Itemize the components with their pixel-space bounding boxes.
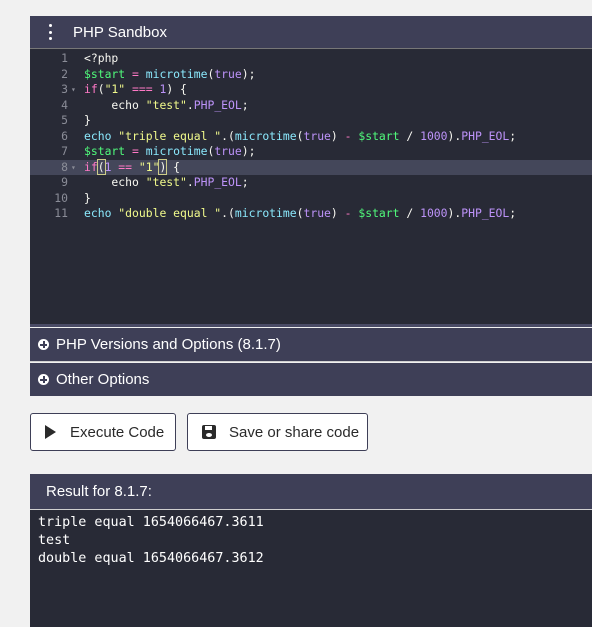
line-number: 7 — [61, 144, 68, 158]
code-line[interactable]: 3 ▾ if("1" === 1) { — [30, 82, 592, 98]
code-line[interactable]: 5} — [30, 113, 592, 129]
code-line[interactable]: 11 echo "double equal ".(microtime(true) … — [30, 206, 592, 222]
code-line[interactable]: 7 $start = microtime(true); — [30, 144, 592, 160]
floppy-disk-icon — [202, 425, 216, 439]
execute-code-label: Execute Code — [70, 423, 165, 441]
code-text: if(1 == "1") { — [84, 158, 181, 175]
save-share-label: Save or share code — [229, 423, 360, 441]
line-number: 10 — [54, 190, 68, 205]
code-text: echo "test".PHP_EOL; — [84, 97, 249, 112]
php-versions-label: PHP Versions and Options (8.1.7) — [56, 336, 281, 353]
fold-toggle-icon[interactable]: ▾ — [71, 160, 76, 176]
code-text: echo "triple equal ".(microtime(true) - … — [84, 128, 517, 143]
line-number: 1 — [61, 51, 68, 65]
editor-resize-handle[interactable] — [30, 324, 592, 327]
other-options-accordion[interactable]: Other Options — [30, 363, 592, 396]
code-text: $start = microtime(true); — [84, 144, 256, 158]
result-title: Result for 8.1.7: — [46, 483, 152, 500]
code-line[interactable]: 10} — [30, 191, 592, 207]
sandbox-title: PHP Sandbox — [73, 23, 167, 41]
line-number: 9 — [61, 175, 68, 189]
code-text: echo "double equal ".(microtime(true) - … — [84, 206, 517, 220]
code-text: echo "test".PHP_EOL; — [84, 175, 249, 189]
code-text: $start = microtime(true); — [84, 66, 256, 81]
line-number: 5 — [61, 113, 68, 127]
code-text: } — [84, 113, 91, 127]
plus-circle-icon — [38, 339, 49, 350]
code-editor[interactable]: 1 <?php 2 $start = microtime(true); 3 ▾ if("1"… — [30, 48, 592, 324]
code-text: if("1" === 1) { — [84, 82, 187, 96]
output-line: test — [38, 533, 71, 548]
menu-kebab-icon[interactable] — [42, 24, 58, 40]
code-text: } — [84, 190, 91, 205]
code-line[interactable]: 1 <?php — [30, 51, 592, 67]
line-number: 4 — [61, 97, 68, 112]
php-versions-accordion[interactable]: PHP Versions and Options (8.1.7) — [30, 328, 592, 362]
code-line[interactable]: 4 echo "test".PHP_EOL; — [30, 98, 592, 114]
execute-code-button[interactable]: Execute Code — [30, 413, 176, 451]
line-number: 6 — [61, 128, 68, 143]
code-line[interactable]: 9 echo "test".PHP_EOL; — [30, 175, 592, 191]
play-icon — [45, 425, 56, 439]
output-line: double equal 1654066467.3612 — [38, 551, 264, 566]
plus-circle-icon — [38, 374, 49, 385]
result-header: Result for 8.1.7: — [30, 474, 592, 510]
other-options-label: Other Options — [56, 371, 150, 388]
sandbox-header: PHP Sandbox — [30, 16, 592, 48]
save-share-button[interactable]: Save or share code — [187, 413, 368, 451]
line-number: 2 — [61, 66, 68, 81]
fold-toggle-icon[interactable]: ▾ — [71, 82, 76, 98]
line-number: 8 — [61, 159, 68, 174]
code-text: <?php — [84, 51, 119, 65]
line-number: 3 — [61, 82, 68, 96]
code-line[interactable]: 2 $start = microtime(true); — [30, 67, 592, 83]
result-output: triple equal 1654066467.3611 test double… — [30, 510, 592, 627]
code-line[interactable]: 8 ▾ if(1 == "1") { — [30, 158, 592, 176]
line-number: 11 — [54, 206, 68, 220]
code-line[interactable]: 6 echo "triple equal ".(microtime(true) -… — [30, 129, 592, 145]
output-line: triple equal 1654066467.3611 — [38, 515, 264, 530]
